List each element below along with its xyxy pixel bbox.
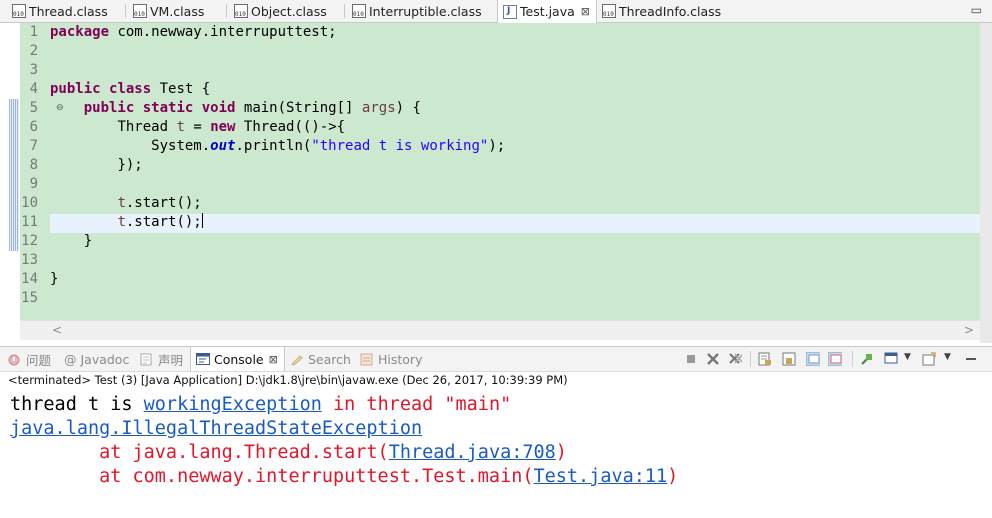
tab-threadinfo-class[interactable]: ThreadInfo.class (602, 0, 721, 22)
tab-label: Object.class (251, 3, 327, 19)
code-line: 4 public class Test { (29, 81, 211, 97)
code-line: 3 (29, 62, 38, 78)
console-line: at com.newway.interruputtest.Test.main(T… (99, 466, 679, 487)
console-status: <terminated> Test (3) [Java Application]… (8, 373, 568, 387)
tab-javadoc[interactable]: @ Javadoc (64, 347, 129, 371)
class-file-icon (234, 4, 248, 18)
code-line: 8 }); (29, 157, 143, 173)
change-gutter (6, 23, 20, 323)
class-file-icon (133, 4, 147, 18)
console-icon (196, 352, 210, 366)
minimize-view-icon[interactable] (964, 352, 978, 366)
code-line: 7 System.out.println("thread t is workin… (29, 138, 506, 154)
code-editor[interactable]: 1 package com.newway.interruputtest; 2 3 … (0, 23, 992, 345)
code-line: 10 t.start(); (21, 195, 202, 211)
tab-test-java[interactable]: Test.java ⊠ (497, 0, 597, 23)
tab-label: VM.class (150, 3, 205, 19)
chevron-down-icon[interactable]: ▼ (944, 352, 951, 362)
remove-launch-icon[interactable] (706, 352, 720, 366)
history-icon (360, 353, 374, 366)
terminate-icon[interactable] (684, 352, 698, 366)
tab-console[interactable]: Console ⊠ (190, 347, 285, 371)
pin-console-icon[interactable] (860, 352, 874, 366)
java-file-icon (503, 4, 517, 19)
declaration-icon (140, 353, 154, 366)
tab-history[interactable]: History (360, 347, 422, 371)
minimize-icon[interactable]: ▭ (971, 3, 982, 17)
console-line: at java.lang.Thread.start(Thread.java:70… (99, 442, 567, 463)
code-line: 14} (21, 271, 59, 287)
code-line: 15 (21, 290, 38, 306)
tab-vm-class[interactable]: VM.class (133, 0, 204, 22)
remove-all-terminated-icon[interactable] (728, 352, 742, 366)
horizontal-scrollbar[interactable]: < > (20, 320, 980, 340)
show-console-stderr-icon[interactable] (828, 352, 842, 366)
tab-interruptible-class[interactable]: Interruptible.class (352, 0, 482, 22)
code-line: 5 ⊖ public static void main(String[] args… (29, 100, 421, 116)
code-line: 9 (29, 176, 38, 192)
tab-problems[interactable]: 问题 (8, 347, 51, 371)
tab-label: Test.java (520, 4, 575, 19)
show-console-stdout-icon[interactable] (806, 352, 820, 366)
close-icon[interactable]: ⊠ (269, 353, 278, 366)
editor-tab-bar: Thread.class VM.class Object.class Inter… (0, 0, 992, 23)
tab-label: ThreadInfo.class (619, 3, 722, 19)
tab-label: Thread.class (29, 3, 108, 19)
stack-trace-link[interactable]: Test.java:11 (534, 466, 668, 487)
tab-label: Interruptible.class (369, 3, 482, 19)
scroll-left-icon[interactable]: < (52, 323, 62, 337)
code-line: 12 } (21, 233, 93, 249)
code-line: 6 Thread t = new Thread(()->{ (29, 119, 346, 135)
chevron-down-icon[interactable]: ▼ (904, 352, 911, 362)
tab-object-class[interactable]: Object.class (234, 0, 327, 22)
code-line: 11 t.start(); (21, 213, 203, 230)
code-line: 13 (21, 252, 38, 268)
code-line: 2 (29, 43, 38, 59)
display-selected-console-icon[interactable] (884, 352, 898, 366)
tab-declaration[interactable]: 声明 (140, 347, 183, 371)
stack-trace-link[interactable]: workingException (144, 394, 322, 415)
clear-console-icon[interactable] (758, 352, 772, 366)
class-file-icon (12, 4, 26, 18)
tab-thread-class[interactable]: Thread.class (12, 0, 108, 22)
console-line: java.lang.IllegalThreadStateException (10, 417, 422, 441)
console-line: thread t is workingException in thread "… (10, 394, 512, 415)
text-caret (201, 213, 203, 228)
class-file-icon (602, 4, 616, 18)
view-tab-bar: 问题 @ Javadoc 声明 Console ⊠ Search History (0, 346, 992, 372)
close-icon[interactable]: ⊠ (581, 5, 590, 18)
scroll-right-icon[interactable]: > (964, 323, 974, 337)
stack-trace-link[interactable]: Thread.java:708 (389, 442, 556, 463)
scroll-lock-icon[interactable] (782, 352, 796, 366)
open-console-icon[interactable] (922, 352, 936, 366)
search-icon (290, 353, 304, 366)
vertical-scrollbar[interactable] (980, 23, 992, 343)
problems-icon (8, 353, 22, 366)
exception-link[interactable]: java.lang.IllegalThreadStateException (10, 418, 422, 439)
class-file-icon (352, 4, 366, 18)
console-output[interactable]: thread t is workingException in thread "… (0, 390, 992, 518)
tab-search[interactable]: Search (290, 347, 351, 371)
code-line: 1 package com.newway.interruputtest; (29, 24, 337, 40)
